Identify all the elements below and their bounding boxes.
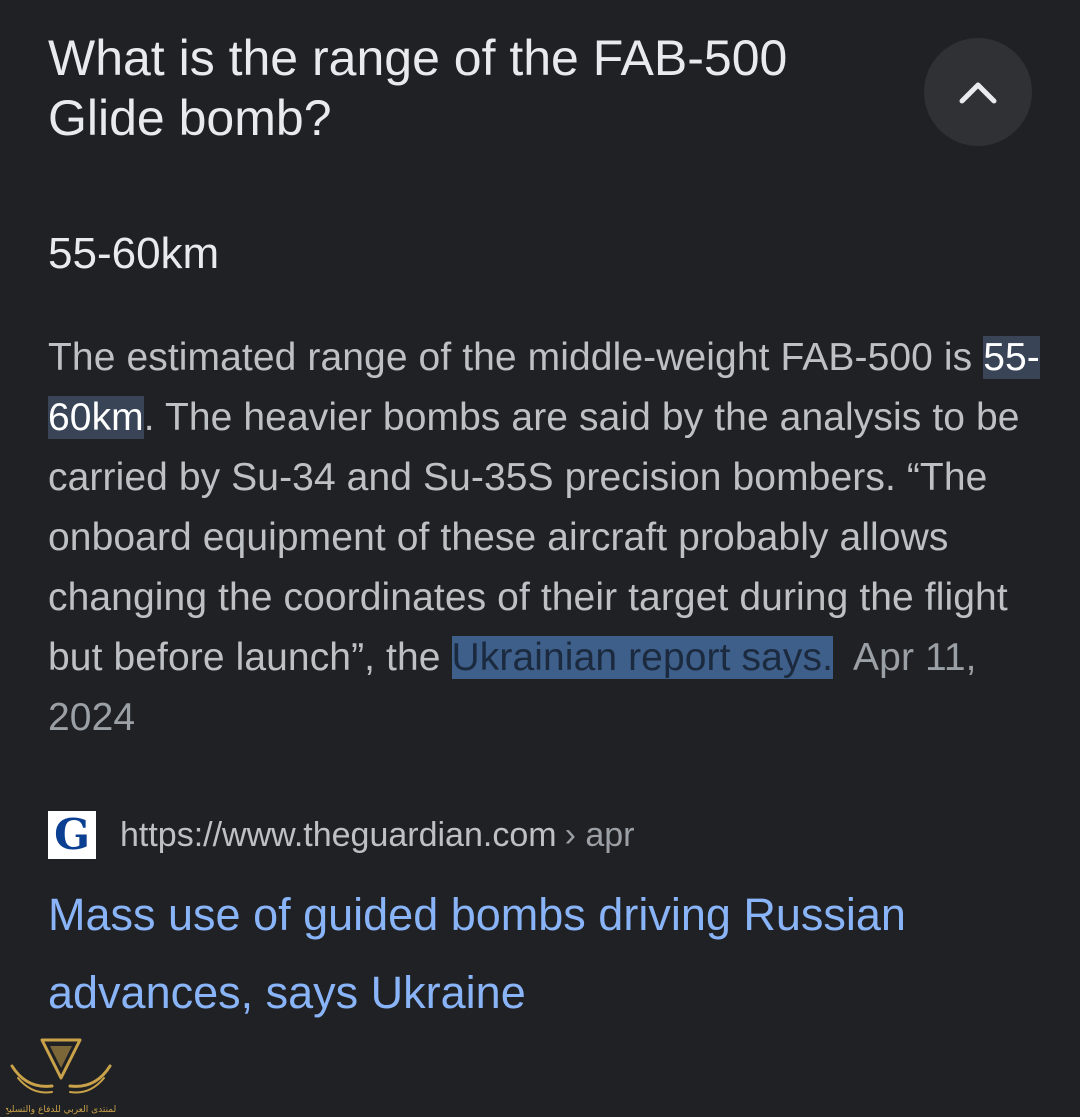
question-title: What is the range of the FAB-500 Glide b… [48, 28, 908, 148]
answer-snippet: The estimated range of the middle-weight… [48, 328, 1048, 748]
source-url[interactable]: https://www.theguardian.com [120, 816, 557, 855]
question-line-2: Glide bomb? [48, 90, 332, 146]
forum-watermark-logo: المنتدى العربي للدفاع والتسليح [6, 1034, 116, 1116]
result-title-link[interactable]: Mass use of guided bombs driving Russian… [48, 876, 1048, 1032]
watermark-emblem-icon: المنتدى العربي للدفاع والتسليح [6, 1038, 116, 1115]
source-row[interactable]: G https://www.theguardian.com › apr [48, 810, 634, 860]
collapse-button[interactable] [924, 38, 1032, 146]
snippet-text-1: The estimated range of the middle-weight… [48, 336, 984, 379]
guardian-favicon-icon: G [48, 811, 96, 859]
chevron-up-icon [959, 82, 997, 104]
answer-value: 55-60km [48, 229, 220, 278]
source-path: › apr [564, 815, 635, 854]
result-title-line-2[interactable]: advances, says Ukraine [48, 967, 526, 1018]
favicon-letter: G [54, 810, 90, 859]
question-line-1: What is the range of the FAB-500 [48, 30, 788, 86]
watermark-text: المنتدى العربي للدفاع والتسليح [6, 1105, 116, 1115]
snippet-selected-text[interactable]: Ukrainian report says. [451, 636, 834, 679]
result-title-line-1[interactable]: Mass use of guided bombs driving Russian [48, 889, 906, 940]
